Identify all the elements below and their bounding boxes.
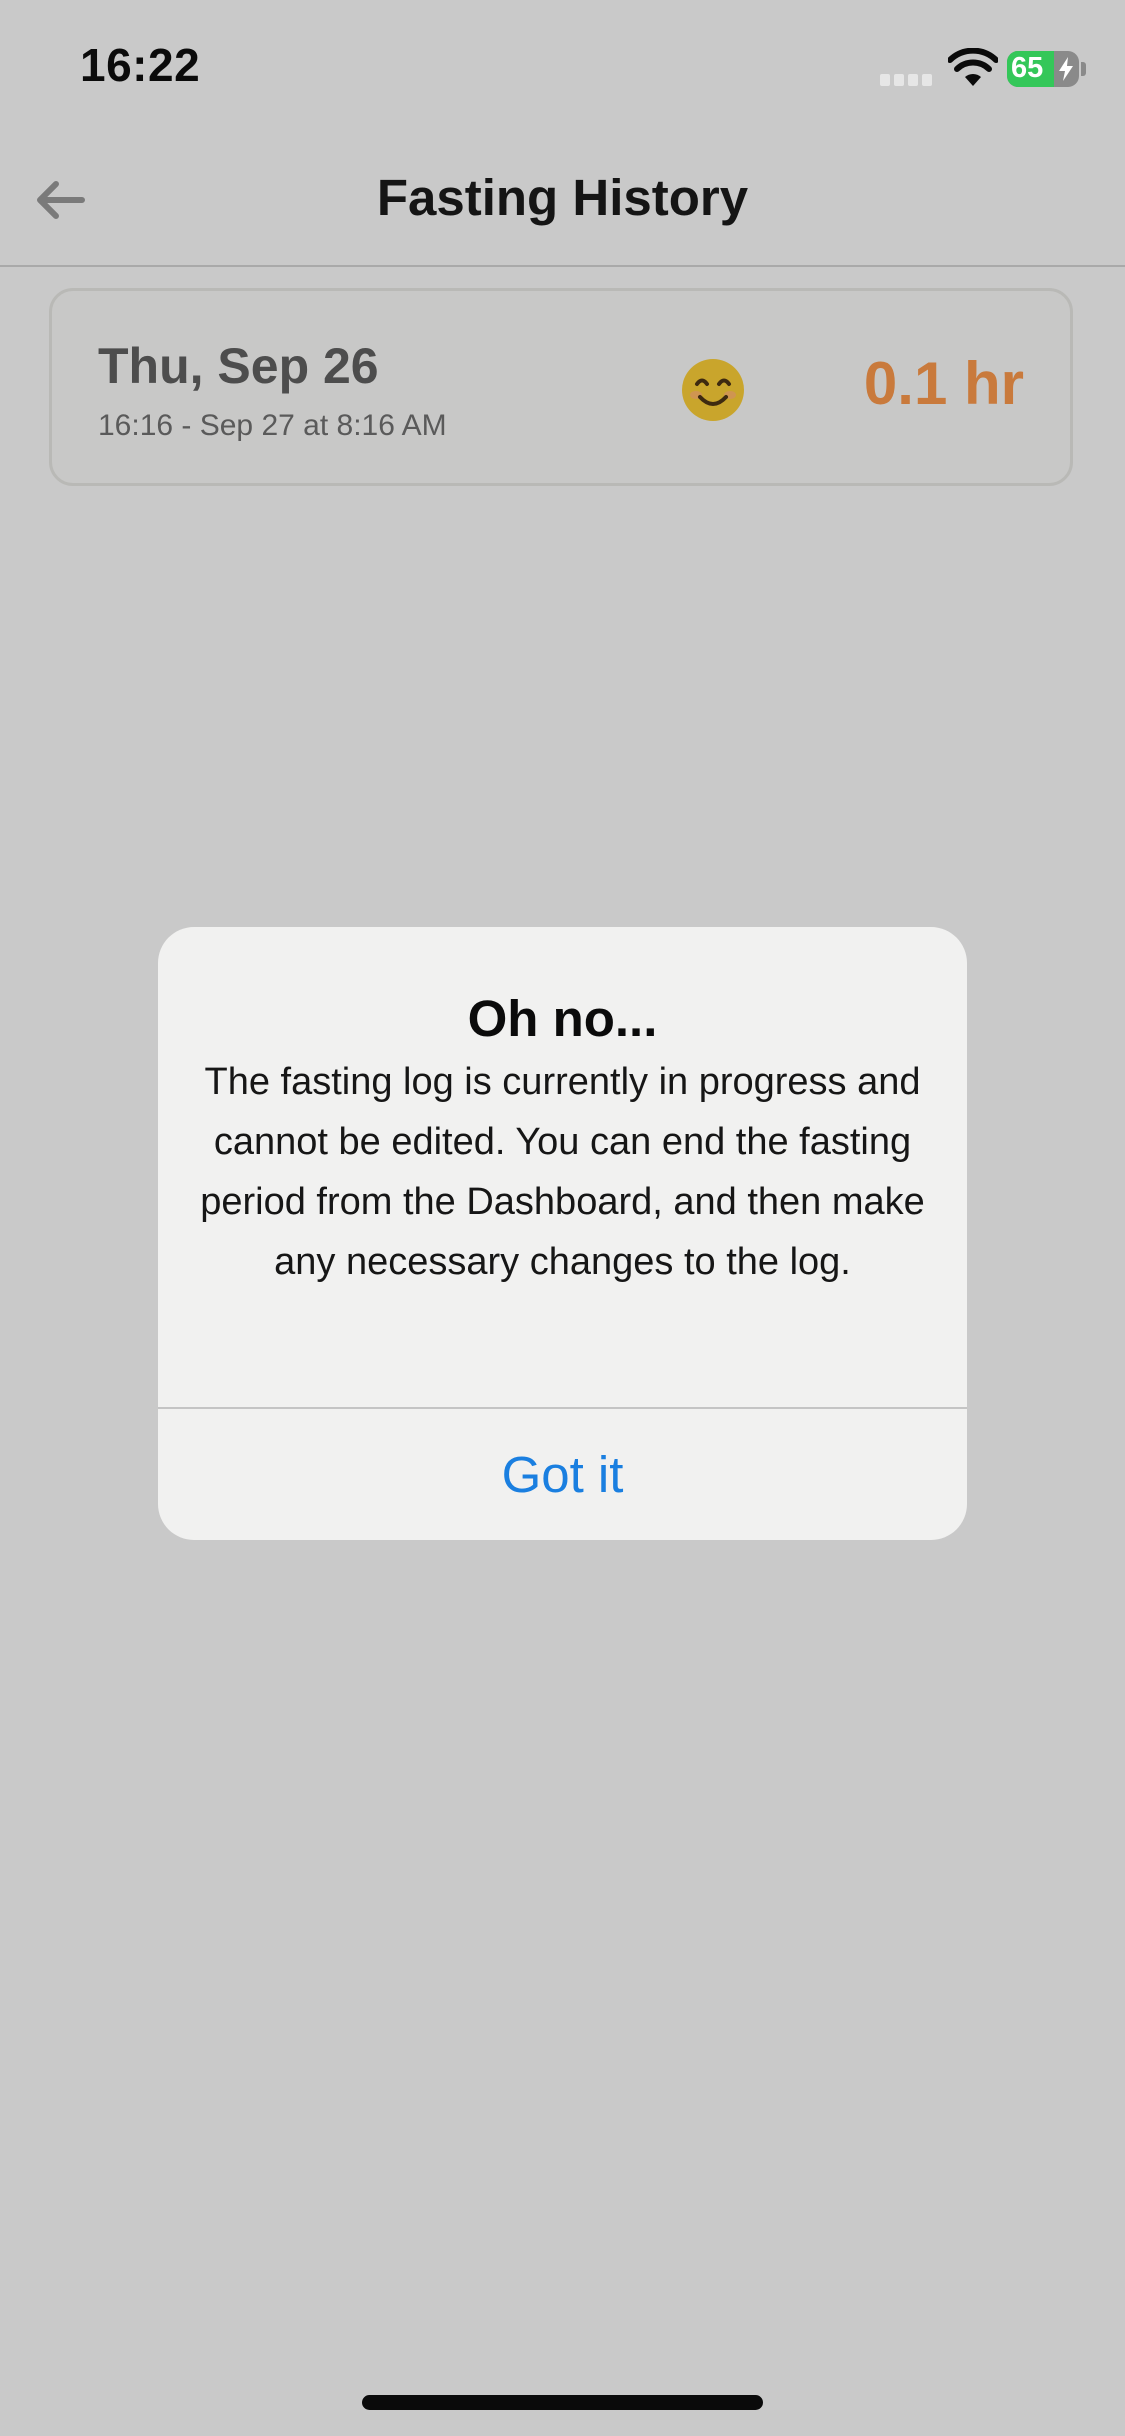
page-title: Fasting History <box>376 169 749 226</box>
log-duration: 0.1 hr <box>863 350 1024 417</box>
home-indicator[interactable] <box>362 2395 763 2410</box>
charging-bolt-icon <box>1059 57 1073 81</box>
nav-bar: Fasting History <box>0 140 1125 267</box>
alert-dialog: Oh no... The fasting log is currently in… <box>158 927 967 1540</box>
alert-title: Oh no... <box>467 990 658 1047</box>
battery-icon: 65 <box>1007 51 1079 87</box>
fasting-log-card[interactable]: Thu, Sep 26 16:16 - Sep 27 at 8:16 AM 0.… <box>49 288 1073 486</box>
log-date: Thu, Sep 26 <box>98 338 379 394</box>
alert-message: The fasting log is currently in progress… <box>200 1061 925 1283</box>
smiling-face-icon <box>682 359 744 421</box>
battery-nub <box>1081 62 1086 76</box>
battery-percent: 65 <box>1011 52 1044 84</box>
wifi-icon <box>948 48 998 86</box>
log-time-range: 16:16 - Sep 27 at 8:16 AM <box>98 409 447 442</box>
cellular-signal-icon <box>880 72 936 86</box>
status-time: 16:22 <box>80 39 201 91</box>
status-bar: 16:22 65 <box>0 0 1125 140</box>
got-it-button[interactable]: Got it <box>158 1409 967 1540</box>
